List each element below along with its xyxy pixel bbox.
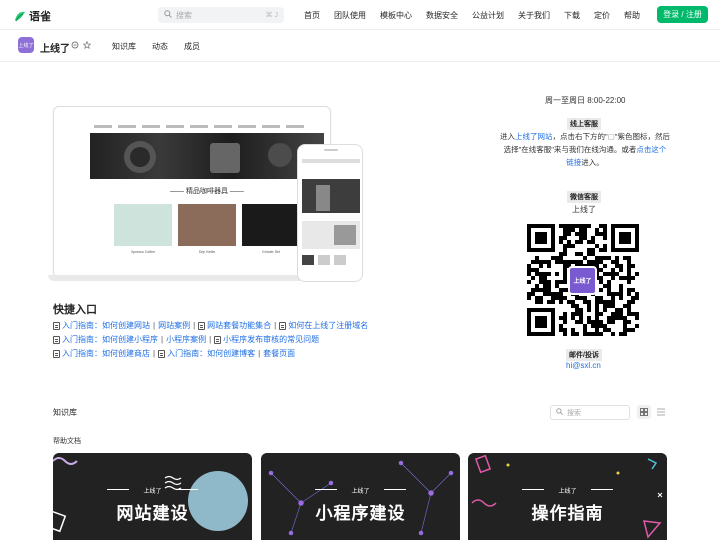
logo-text: 语雀 <box>29 11 51 23</box>
nav-item-help[interactable]: 帮助 <box>624 10 640 21</box>
space-avatar[interactable]: 上线了 <box>18 37 34 53</box>
wechat-service-tag: 微信客服 <box>567 191 601 203</box>
mock-banner-image <box>90 133 324 179</box>
book-brand: 上线了 <box>558 489 577 495</box>
doc-icon <box>53 335 60 344</box>
search-icon <box>556 408 563 417</box>
book-brand: 上线了 <box>351 489 370 495</box>
top-nav: 语雀 搜索 ⌘ J 首页 团队使用 模板中心 数据安全 公益计划 关于我们 下载… <box>0 0 720 30</box>
space-header <box>0 30 720 62</box>
quick-link[interactable]: 网站案例 <box>158 320 190 331</box>
quick-link[interactable]: 入门指南：如何创建博客 <box>167 348 255 359</box>
tab-members[interactable]: 成员 <box>184 41 200 52</box>
doc-icon <box>279 321 287 330</box>
quick-links-row: 入门指南：如何创建商店 | 入门指南：如何创建博客 | 套餐页面 <box>53 348 295 359</box>
email-link[interactable]: hi@sxl.cn <box>566 361 601 370</box>
logo[interactable]: 语雀 <box>14 8 51 24</box>
quick-link[interactable]: 入门指南：如何创建商店 <box>62 348 150 359</box>
nav-item-team[interactable]: 团队使用 <box>334 10 366 21</box>
mock-product-image <box>242 204 300 246</box>
search-icon <box>164 10 172 20</box>
tab-activity[interactable]: 动态 <box>152 41 168 52</box>
phone-mockup <box>297 144 363 282</box>
online-text-part: ，点击右下方的" <box>552 132 608 141</box>
share-icon[interactable] <box>71 41 79 51</box>
nav-item-security[interactable]: 数据安全 <box>426 10 458 21</box>
mock-product-caption: Xpresso Coffee <box>130 250 156 254</box>
kb-group-title: 帮助文档 <box>53 438 81 445</box>
book-title: 操作指南 <box>531 504 604 523</box>
book-card-miniprogram[interactable]: 上线了 小程序建设 <box>261 453 460 540</box>
tab-knowledge[interactable]: 知识库 <box>112 41 136 52</box>
nav-item-home[interactable]: 首页 <box>304 10 320 21</box>
space-tabs: 知识库 动态 成员 <box>112 41 216 52</box>
search-input[interactable]: 搜索 ⌘ J <box>158 7 284 23</box>
doc-icon <box>53 349 60 358</box>
nav-item-templates[interactable]: 模板中心 <box>380 10 412 21</box>
nav-item-download[interactable]: 下载 <box>564 10 580 21</box>
kb-search-placeholder: 搜索 <box>567 409 581 417</box>
doc-icon <box>214 335 222 344</box>
yuque-logo-icon <box>14 10 26 22</box>
online-service-text: 进入上线了网站，点击右下方的"▢"紫色图标，然后选择"在线客服"来与我们在线沟通… <box>500 130 670 169</box>
search-shortcut: ⌘ J <box>265 12 278 19</box>
quick-link[interactable]: 套餐页面 <box>263 348 295 359</box>
quick-links-row: 入门指南：如何创建网站 | 网站案例 | 网站套餐功能集合 | 如何在上线了注册… <box>53 320 368 331</box>
site-link[interactable]: 上线了网站 <box>515 132 553 141</box>
mock-site-nav <box>90 120 324 132</box>
doc-icon <box>198 321 206 330</box>
doc-icon <box>53 321 60 330</box>
list-view-icon[interactable] <box>656 407 666 417</box>
doc-icon <box>158 349 166 358</box>
quick-link[interactable]: 小程序发布审核的常见问题 <box>223 334 319 345</box>
quick-link[interactable]: 入门指南：如何创建小程序 <box>62 334 158 345</box>
kb-search-input[interactable]: 搜索 <box>550 405 630 420</box>
book-brand: 上线了 <box>143 489 162 495</box>
book-card-guide[interactable]: 上线了 操作指南 <box>468 453 667 540</box>
mock-product-caption: Drip Kettle <box>198 250 216 254</box>
service-hours: 周一至周日 8:00-22:00 <box>545 96 626 105</box>
nav-item-about[interactable]: 关于我们 <box>518 10 550 21</box>
quick-links-title: 快捷入口 <box>53 304 97 316</box>
quick-link[interactable]: 入门指南：如何创建网站 <box>62 320 150 331</box>
nav-item-pricing[interactable]: 定价 <box>594 10 610 21</box>
search-placeholder: 搜索 <box>176 10 192 20</box>
mock-product-image <box>114 204 172 246</box>
mock-product-image <box>178 204 236 246</box>
space-name[interactable]: 上线了 <box>40 40 70 55</box>
quick-links-row: 入门指南：如何创建小程序 | 小程序案例 | 小程序发布审核的常见问题 <box>53 334 319 345</box>
book-card-website[interactable]: 上线了 网站建设 <box>53 453 252 540</box>
online-text-part: 进入。 <box>581 158 604 167</box>
book-title: 小程序建设 <box>315 504 406 523</box>
laptop-screen: —— 精品咖啡器具 —— Xpresso Coffee Drip Kettle … <box>90 120 324 270</box>
qr-logo: 上线了 <box>568 266 597 295</box>
quick-link[interactable]: 小程序案例 <box>166 334 206 345</box>
book-title: 网站建设 <box>116 504 189 523</box>
online-service-tag: 线上客服 <box>567 118 601 130</box>
star-icon[interactable] <box>82 40 92 51</box>
grid-view-icon[interactable] <box>637 405 651 419</box>
kb-section-title: 知识库 <box>53 408 77 417</box>
laptop-base <box>48 275 336 281</box>
chat-icon: ▢ <box>607 132 615 141</box>
online-text-part: 进入 <box>500 132 516 141</box>
nav-item-charity[interactable]: 公益计划 <box>472 10 504 21</box>
space-actions <box>71 40 92 51</box>
wechat-name: 上线了 <box>572 205 596 214</box>
quick-link[interactable]: 如何在上线了注册域名 <box>288 320 368 331</box>
quick-link[interactable]: 网站套餐功能集合 <box>207 320 271 331</box>
mock-section-title: —— 精品咖啡器具 —— <box>170 188 244 195</box>
mock-product-caption: Grinder Set <box>262 250 280 254</box>
login-button[interactable]: 登录 / 注册 <box>657 6 708 23</box>
nav-links: 首页 团队使用 模板中心 数据安全 公益计划 关于我们 下载 定价 帮助 <box>304 10 654 21</box>
email-tag: 邮件/投诉 <box>566 349 602 361</box>
